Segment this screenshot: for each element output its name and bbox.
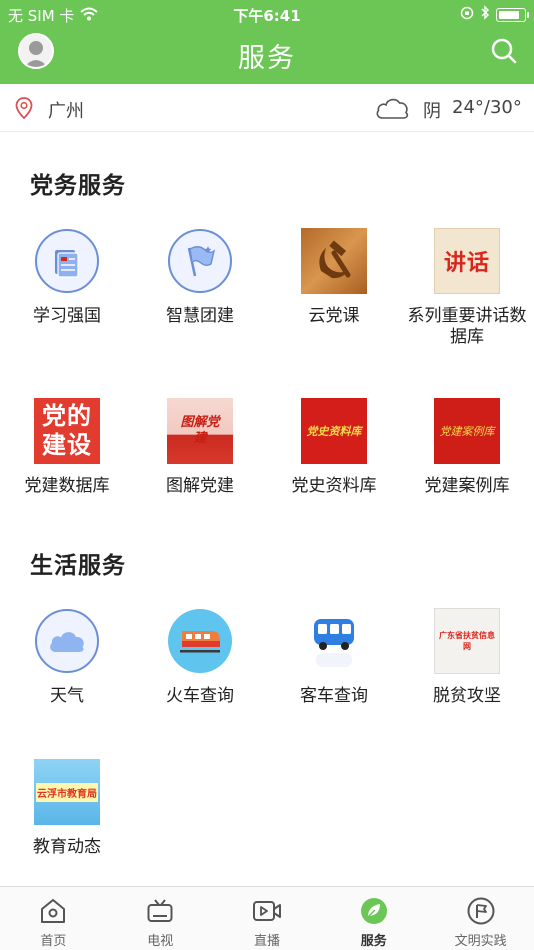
service-item-label: 党史资料库 bbox=[291, 476, 377, 496]
tab-label: 首页 bbox=[40, 934, 67, 949]
party-building-tile-text: 党的建设 bbox=[42, 402, 92, 459]
party-case-tile-icon: 党建案例库 bbox=[434, 398, 500, 464]
service-item-label: 脱贫攻坚 bbox=[433, 686, 501, 706]
party-case-tile-text: 党建案例库 bbox=[439, 425, 495, 438]
location-pin-icon bbox=[15, 97, 33, 123]
service-item-label: 图解党建 bbox=[166, 476, 234, 496]
weather-bar[interactable]: 广州 阴 24°/30° bbox=[0, 84, 534, 132]
service-item-weather[interactable]: 天气 bbox=[0, 608, 134, 707]
party-history-tile-text: 党史资料库 bbox=[306, 425, 362, 438]
service-item-label: 教育动态 bbox=[33, 837, 101, 857]
tab-label: 直播 bbox=[253, 934, 280, 949]
poverty-tile-text: 广东省扶贫信息网 bbox=[439, 631, 495, 651]
education-tile-text: 云浮市教育局 bbox=[36, 782, 98, 802]
education-bureau-tile-icon: 云浮市教育局 bbox=[34, 759, 100, 825]
illustrated-party-tile-text: 图解党建 bbox=[180, 415, 220, 446]
tab-label: 文明实践 bbox=[454, 934, 507, 949]
status-right bbox=[460, 5, 529, 24]
cloud-icon bbox=[34, 608, 100, 674]
weather-condition: 阴 bbox=[423, 101, 441, 122]
service-item-zhihui-tuanjian[interactable]: 智慧团建 bbox=[133, 228, 267, 327]
speech-tile-icon: 讲话 bbox=[434, 228, 500, 294]
search-icon[interactable] bbox=[490, 37, 518, 65]
tv-icon bbox=[107, 897, 214, 925]
battery-icon bbox=[496, 7, 529, 22]
service-item-label: 云党课 bbox=[308, 306, 360, 326]
tab-service[interactable]: 服务 bbox=[320, 887, 427, 950]
tab-label: 服务 bbox=[360, 934, 387, 949]
section-title-life: 生活服务 bbox=[30, 553, 126, 579]
service-item-illustrated[interactable]: 图解党建 图解党建 bbox=[133, 398, 267, 497]
service-item-party-db[interactable]: 党的建设 党建数据库 bbox=[0, 398, 134, 497]
poverty-alleviation-tile-icon: 广东省扶贫信息网 bbox=[434, 608, 500, 674]
live-video-icon bbox=[214, 897, 321, 925]
battery-fill bbox=[499, 10, 519, 19]
page-title: 服务 bbox=[238, 43, 296, 74]
flag-circle-icon bbox=[427, 897, 534, 925]
tab-home[interactable]: 首页 bbox=[0, 887, 107, 950]
tab-bar: 首页 电视 直播 服务 文明实践 bbox=[0, 886, 534, 950]
service-item-label: 智慧团建 bbox=[166, 306, 234, 326]
service-item-party-history[interactable]: 党史资料库 党史资料库 bbox=[267, 398, 401, 497]
nav-bar: 服务 bbox=[0, 28, 534, 84]
service-item-bus[interactable]: 客车查询 bbox=[267, 608, 401, 707]
service-item-label: 天气 bbox=[50, 686, 84, 706]
party-history-tile-icon: 党史资料库 bbox=[301, 398, 367, 464]
speech-tile-text: 讲话 bbox=[443, 251, 490, 276]
service-item-xuexi[interactable]: 学习强国 bbox=[0, 228, 134, 327]
party-building-tile-icon: 党的建设 bbox=[34, 398, 100, 464]
tab-tv[interactable]: 电视 bbox=[107, 887, 214, 950]
service-item-label: 客车查询 bbox=[300, 686, 368, 706]
service-item-label: 系列重要讲话数据库 bbox=[407, 306, 527, 347]
service-item-poverty[interactable]: 广东省扶贫信息网 脱贫攻坚 bbox=[400, 608, 534, 707]
status-bar: 无 SIM 卡 下午6:41 bbox=[0, 0, 534, 28]
service-item-label: 火车查询 bbox=[166, 686, 234, 706]
service-leaf-icon bbox=[320, 897, 427, 925]
section-title-party: 党务服务 bbox=[30, 173, 126, 199]
city-label: 广州 bbox=[48, 101, 84, 122]
service-item-label: 学习强国 bbox=[33, 306, 101, 326]
service-item-label: 党建数据库 bbox=[24, 476, 110, 496]
xuexi-qiangguo-icon bbox=[34, 228, 100, 294]
service-item-label: 党建案例库 bbox=[424, 476, 510, 496]
service-item-education[interactable]: 云浮市教育局 教育动态 bbox=[0, 759, 134, 858]
service-item-yun-dangke[interactable]: 云党课 bbox=[267, 228, 401, 327]
flag-icon bbox=[167, 228, 233, 294]
orientation-lock-icon bbox=[460, 6, 474, 24]
service-item-party-cases[interactable]: 党建案例库 党建案例库 bbox=[400, 398, 534, 497]
bluetooth-icon bbox=[480, 5, 490, 24]
tab-live[interactable]: 直播 bbox=[214, 887, 321, 950]
hammer-sickle-icon bbox=[301, 228, 367, 294]
tab-civilization[interactable]: 文明实践 bbox=[427, 887, 534, 950]
tab-label: 电视 bbox=[147, 934, 174, 949]
service-item-train[interactable]: 火车查询 bbox=[133, 608, 267, 707]
temperature-label: 24°/30° bbox=[452, 97, 522, 118]
home-icon bbox=[0, 897, 107, 925]
status-time: 下午6:41 bbox=[233, 7, 301, 25]
train-icon bbox=[167, 608, 233, 674]
illustrated-party-tile-icon: 图解党建 bbox=[167, 398, 233, 464]
service-item-speech-db[interactable]: 讲话 系列重要讲话数据库 bbox=[400, 228, 534, 348]
cloudy-icon bbox=[374, 95, 410, 125]
bus-icon bbox=[301, 608, 367, 674]
